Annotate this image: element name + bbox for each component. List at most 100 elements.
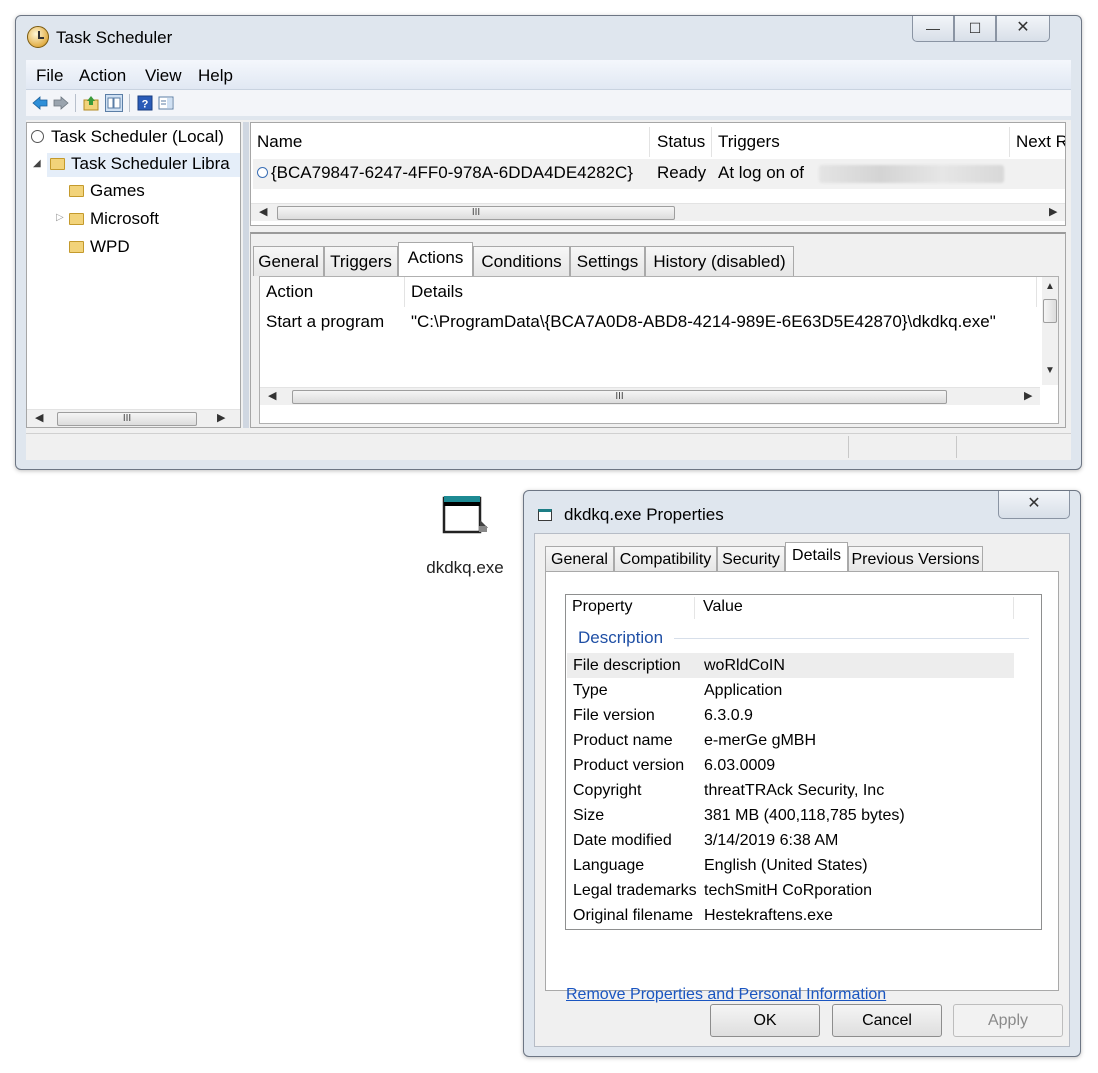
status-separator xyxy=(848,436,849,458)
forward-arrow-icon[interactable] xyxy=(53,95,69,111)
property-value: 3/14/2019 6:38 AM xyxy=(704,832,839,849)
column-header-status[interactable]: Status xyxy=(657,127,705,157)
cancel-button[interactable]: Cancel xyxy=(832,1004,942,1037)
svg-text:?: ? xyxy=(142,99,149,111)
task-status: Ready xyxy=(657,163,707,182)
maximize-button[interactable]: ☐ xyxy=(954,16,996,42)
scroll-down-arrow-icon[interactable]: ▼ xyxy=(1045,365,1055,376)
menu-action[interactable]: Action xyxy=(79,66,126,86)
dialog-body: General Compatibility Security Details P… xyxy=(534,533,1070,1047)
actions-vertical-scrollbar[interactable]: ▲ ▼ xyxy=(1042,277,1058,385)
tree-item-label: WPD xyxy=(90,237,130,256)
apply-button[interactable]: Apply xyxy=(953,1004,1063,1037)
property-value: woRldCoIN xyxy=(704,657,785,674)
column-header-value[interactable]: Value xyxy=(703,598,743,616)
task-list: Name Status Triggers Next Ru {BCA79847-6… xyxy=(250,122,1066,226)
collapsed-arrow-icon[interactable]: ▷ xyxy=(56,212,64,223)
column-separator[interactable] xyxy=(649,127,650,157)
column-separator[interactable] xyxy=(404,277,405,307)
tab-triggers[interactable]: Triggers xyxy=(324,246,398,276)
show-action-pane-icon[interactable] xyxy=(158,95,174,111)
tree-item-label: Microsoft xyxy=(90,209,159,228)
scroll-left-arrow-icon[interactable]: ◀ xyxy=(268,389,276,402)
action-details: "C:\ProgramData\{BCA7A0D8-ABD8-4214-989E… xyxy=(411,312,996,331)
show-hide-console-tree-icon[interactable] xyxy=(105,94,123,112)
remove-properties-link[interactable]: Remove Properties and Personal Informati… xyxy=(566,986,886,1004)
scrollbar-thumb[interactable]: III xyxy=(57,412,197,426)
scroll-left-arrow-icon[interactable]: ◀ xyxy=(35,411,43,424)
column-header-action[interactable]: Action xyxy=(266,277,313,307)
tab-general[interactable]: General xyxy=(545,546,614,571)
property-row-product-version[interactable]: Product version 6.03.0009 xyxy=(567,753,1014,778)
actions-horizontal-scrollbar[interactable]: ◀ III ▶ xyxy=(260,387,1040,405)
scroll-right-arrow-icon[interactable]: ▶ xyxy=(217,411,225,424)
property-key: Product version xyxy=(573,757,685,774)
task-list-horizontal-scrollbar[interactable]: ◀ III ▶ xyxy=(251,203,1065,221)
property-row-size[interactable]: Size 381 MB (400,118,785 bytes) xyxy=(567,803,1014,828)
property-value: Hestekraftens.exe xyxy=(704,907,833,924)
tab-history[interactable]: History (disabled) xyxy=(645,246,794,276)
minimize-button[interactable]: — xyxy=(912,16,954,42)
property-key: Copyright xyxy=(573,782,642,799)
column-header-next-run[interactable]: Next Ru xyxy=(1016,127,1065,157)
desktop-file-icon-dkdkq[interactable]: dkdkq.exe xyxy=(415,490,515,585)
column-separator[interactable] xyxy=(694,597,695,619)
close-button[interactable]: ✕ xyxy=(996,16,1050,42)
scroll-up-arrow-icon[interactable]: ▲ xyxy=(1045,281,1055,292)
tab-settings[interactable]: Settings xyxy=(570,246,645,276)
task-row[interactable]: {BCA79847-6247-4FF0-978A-6DDA4DE4282C} R… xyxy=(253,159,1065,189)
pane-splitter[interactable] xyxy=(243,122,249,428)
property-row-language[interactable]: Language English (United States) xyxy=(567,853,1014,878)
menu-file[interactable]: File xyxy=(36,66,63,86)
task-name: {BCA79847-6247-4FF0-978A-6DDA4DE4282C} xyxy=(271,163,633,182)
property-row-copyright[interactable]: Copyright threatTRAck Security, Inc xyxy=(567,778,1014,803)
menu-help[interactable]: Help xyxy=(198,66,233,86)
tab-actions[interactable]: Actions xyxy=(398,242,473,277)
scroll-left-arrow-icon[interactable]: ◀ xyxy=(259,205,267,218)
column-header-property[interactable]: Property xyxy=(572,598,632,616)
scroll-right-arrow-icon[interactable]: ▶ xyxy=(1024,389,1032,402)
tab-conditions[interactable]: Conditions xyxy=(473,246,570,276)
tab-previous-versions[interactable]: Previous Versions xyxy=(848,546,983,571)
menu-view[interactable]: View xyxy=(145,66,182,86)
property-value: Application xyxy=(704,682,783,699)
window-title: Task Scheduler xyxy=(56,28,173,47)
up-folder-icon[interactable] xyxy=(83,95,99,111)
property-row-original-filename[interactable]: Original filename Hestekraftens.exe xyxy=(567,903,1014,928)
column-header-triggers[interactable]: Triggers xyxy=(718,127,780,157)
column-header-details[interactable]: Details xyxy=(411,277,463,307)
column-separator[interactable] xyxy=(1009,127,1010,157)
column-separator[interactable] xyxy=(711,127,712,157)
expand-arrow-icon[interactable]: ◢ xyxy=(33,158,41,169)
title-bar[interactable]: Task Scheduler — ☐ ✕ xyxy=(16,16,1081,56)
console-tree: Task Scheduler (Local) ◢ Task Scheduler … xyxy=(26,122,241,428)
task-clock-icon xyxy=(257,167,268,178)
tab-compatibility[interactable]: Compatibility xyxy=(614,546,717,571)
tab-security[interactable]: Security xyxy=(717,546,785,571)
back-arrow-icon[interactable] xyxy=(32,95,48,111)
tree-item-task-scheduler-library[interactable]: Task Scheduler Libra xyxy=(47,153,240,177)
property-row-type[interactable]: Type Application xyxy=(567,678,1014,703)
scrollbar-thumb[interactable] xyxy=(1043,299,1057,323)
scroll-right-arrow-icon[interactable]: ▶ xyxy=(1049,205,1057,218)
property-row-file-version[interactable]: File version 6.3.0.9 xyxy=(567,703,1014,728)
ok-button[interactable]: OK xyxy=(710,1004,820,1037)
scrollbar-thumb[interactable]: III xyxy=(292,390,947,404)
column-separator[interactable] xyxy=(1036,277,1037,307)
property-row-file-description[interactable]: File description woRldCoIN xyxy=(567,653,1014,678)
action-row[interactable]: Start a program "C:\ProgramData\{BCA7A0D… xyxy=(260,307,1040,337)
column-header-name[interactable]: Name xyxy=(257,127,302,157)
column-separator[interactable] xyxy=(1013,597,1014,619)
scrollbar-thumb[interactable]: III xyxy=(277,206,675,220)
tab-general[interactable]: General xyxy=(253,246,324,276)
tab-details[interactable]: Details xyxy=(785,542,848,572)
status-bar xyxy=(26,433,1071,460)
folder-icon xyxy=(69,241,84,253)
tree-horizontal-scrollbar[interactable]: ◀ III ▶ xyxy=(27,409,240,427)
section-header-description: Description xyxy=(578,628,664,647)
close-button[interactable]: ✕ xyxy=(998,491,1070,519)
property-row-legal-trademarks[interactable]: Legal trademarks techSmitH CoRporation xyxy=(567,878,1014,903)
help-icon[interactable]: ? xyxy=(137,95,153,111)
property-row-date-modified[interactable]: Date modified 3/14/2019 6:38 AM xyxy=(567,828,1014,853)
property-row-product-name[interactable]: Product name e-merGe gMBH xyxy=(567,728,1014,753)
